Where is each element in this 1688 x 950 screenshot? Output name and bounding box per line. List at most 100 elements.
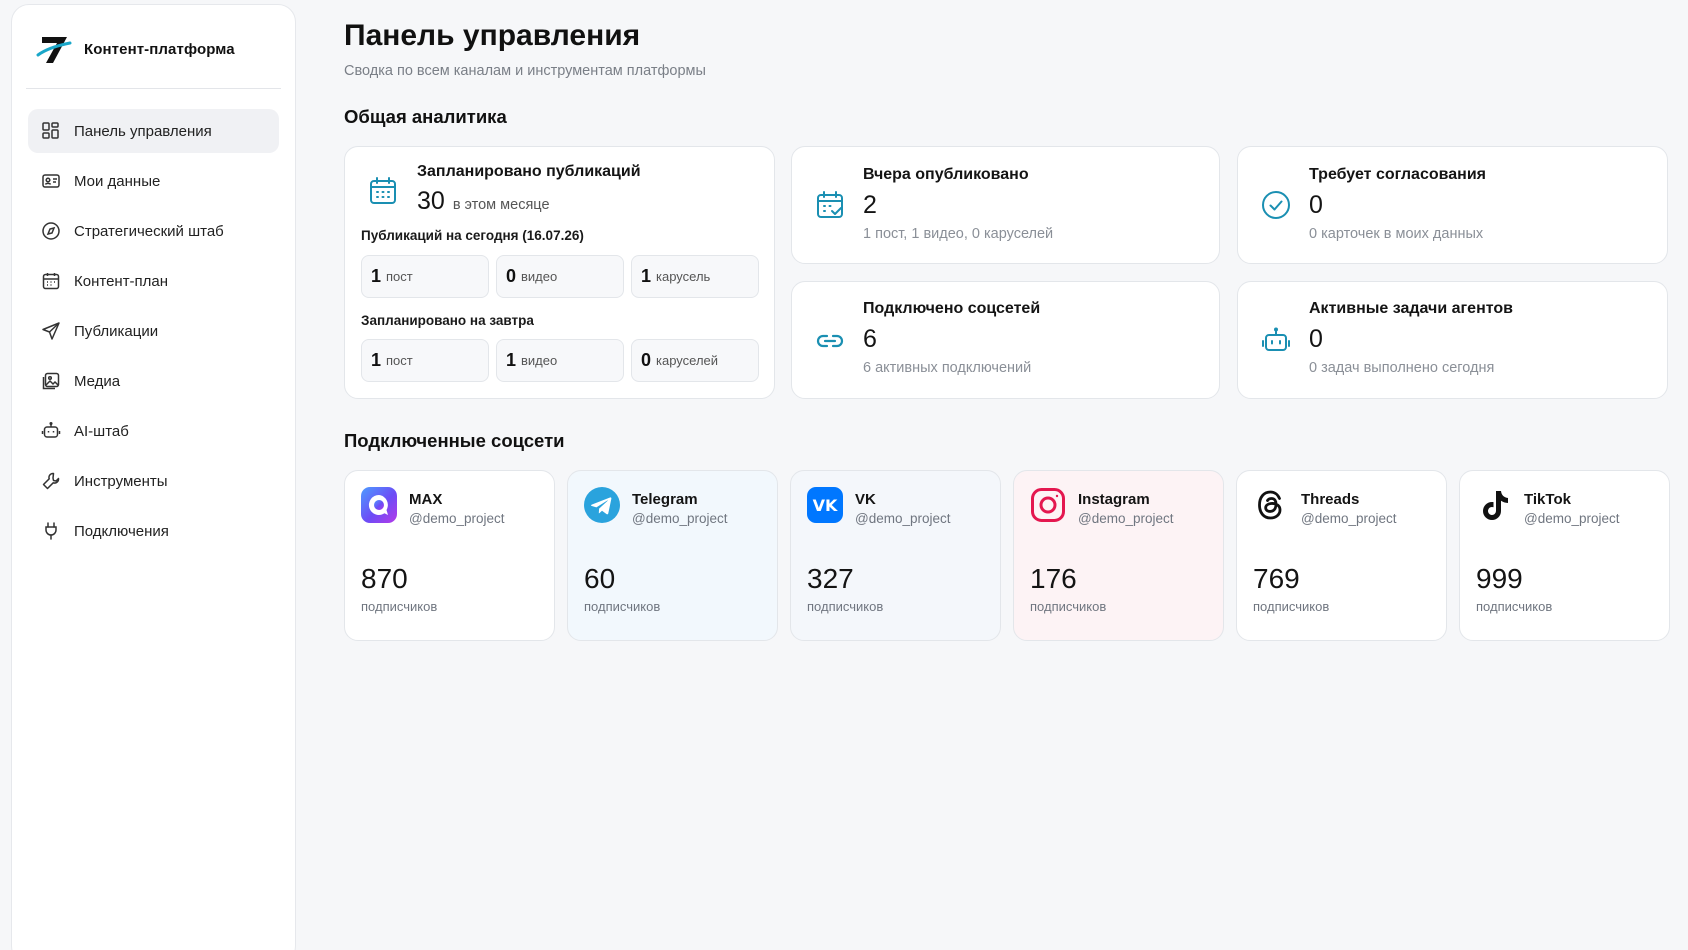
telegram-icon — [584, 487, 620, 523]
today-posts: 1 пост — [361, 255, 489, 298]
sidebar: Контент-платформа Панель управления Мои … — [11, 4, 296, 950]
today-videos: 0 видео — [496, 255, 624, 298]
calendar-icon — [42, 273, 60, 290]
social-name: MAX — [409, 491, 443, 508]
social-name: Telegram — [632, 491, 698, 508]
plug-icon — [45, 522, 57, 540]
agents-value: 0 — [1309, 325, 1323, 353]
vk-icon: VK — [807, 487, 843, 523]
social-handle: @demo_project — [1078, 511, 1174, 526]
social-handle: @demo_project — [1524, 511, 1620, 526]
yesterday-card[interactable]: Вчера опубликовано 2 1 пост, 1 видео, 0 … — [791, 146, 1220, 264]
pill-number: 1 — [371, 350, 382, 370]
pill-number: 1 — [506, 350, 517, 370]
compass-icon — [42, 222, 60, 240]
sidebar-item-content-plan[interactable]: Контент-план — [28, 259, 279, 303]
connected-card[interactable]: Подключено соцсетей 6 6 активных подключ… — [791, 281, 1220, 399]
sidebar-item-my-data[interactable]: Мои данные — [28, 159, 279, 203]
subscriber-count: 769 — [1253, 563, 1300, 594]
sidebar-item-tools[interactable]: Инструменты — [28, 459, 279, 503]
pill-number: 0 — [641, 350, 652, 370]
pill-number: 1 — [641, 266, 652, 286]
social-card-vk[interactable]: VK VK @demo_project 327 подписчиков — [790, 470, 1001, 641]
sidebar-item-label: Стратегический штаб — [74, 222, 224, 240]
agents-label: Активные задачи агентов — [1309, 300, 1513, 317]
scheduled-card[interactable]: Запланировано публикаций 30 в этом месяц… — [344, 146, 775, 399]
social-card-telegram[interactable]: Telegram @demo_project 60 подписчиков — [567, 470, 778, 641]
social-card-tiktok[interactable]: TikTok @demo_project 999 подписчиков — [1459, 470, 1670, 641]
calendar-icon — [370, 177, 396, 204]
sidebar-item-label: Контент-план — [74, 272, 169, 290]
social-name: Instagram — [1078, 491, 1150, 508]
agents-card[interactable]: Активные задачи агентов 0 0 задач выполн… — [1237, 281, 1668, 399]
social-name: VK — [855, 491, 876, 508]
sidebar-item-label: Медиа — [74, 372, 121, 390]
today-label: Публикаций на сегодня (16.07.26) — [361, 228, 584, 243]
link-icon — [816, 334, 844, 348]
calendar-check-icon — [817, 191, 843, 218]
page-title: Панель управления — [344, 19, 641, 52]
grid-icon — [42, 122, 59, 139]
divider — [26, 88, 281, 89]
sidebar-item-publications[interactable]: Публикации — [28, 309, 279, 353]
pill-unit: каруселей — [656, 353, 719, 368]
social-handle: @demo_project — [632, 511, 728, 526]
subscriber-label: подписчиков — [1030, 599, 1107, 614]
sidebar-item-strategy[interactable]: Стратегический штаб — [28, 209, 279, 253]
approval-value: 0 — [1309, 191, 1323, 219]
social-name: TikTok — [1524, 491, 1571, 508]
wrench-icon — [42, 472, 60, 490]
subscriber-count: 327 — [807, 563, 854, 594]
yesterday-label: Вчера опубликовано — [863, 166, 1029, 183]
robot-icon — [1262, 327, 1290, 351]
subscriber-count: 999 — [1476, 563, 1523, 594]
tomorrow-label: Запланировано на завтра — [361, 313, 534, 328]
social-card-instagram[interactable]: Instagram @demo_project 176 подписчиков — [1013, 470, 1224, 641]
brand[interactable]: Контент-платформа — [34, 29, 235, 69]
social-handle: @demo_project — [409, 511, 505, 526]
tomorrow-videos: 1 видео — [496, 339, 624, 382]
connected-value: 6 — [863, 325, 877, 353]
sidebar-item-ai-hq[interactable]: AI-штаб — [28, 409, 279, 453]
analytics-section-title: Общая аналитика — [344, 106, 507, 127]
approval-note: 0 карточек в моих данных — [1309, 226, 1484, 242]
scheduled-value: 30 — [417, 187, 445, 215]
subscriber-label: подписчиков — [584, 599, 661, 614]
scheduled-value-suffix: в этом месяце — [452, 197, 550, 213]
id-card-icon — [42, 174, 60, 188]
sidebar-item-media[interactable]: Медиа — [28, 359, 279, 403]
pill-unit: пост — [386, 269, 413, 284]
connected-label: Подключено соцсетей — [863, 300, 1041, 317]
subscriber-label: подписчиков — [1476, 599, 1553, 614]
image-icon — [42, 372, 60, 390]
sidebar-item-connections[interactable]: Подключения — [28, 509, 279, 553]
sidebar-item-label: Инструменты — [74, 472, 168, 490]
subscriber-count: 60 — [584, 563, 616, 594]
scheduled-value-row: 30 в этом месяце — [417, 187, 550, 216]
sidebar-item-dashboard[interactable]: Панель управления — [28, 109, 279, 153]
send-icon — [42, 322, 60, 340]
approval-label: Требует согласования — [1309, 166, 1486, 183]
subscriber-count: 870 — [361, 563, 408, 594]
today-carousels: 1 карусель — [631, 255, 759, 298]
pill-unit: видео — [521, 353, 558, 368]
max-icon — [361, 487, 397, 523]
check-circle-icon — [1262, 191, 1290, 219]
yesterday-note: 1 пост, 1 видео, 0 каруселей — [863, 226, 1054, 242]
page-subtitle: Сводка по всем каналам и инструментам пл… — [344, 63, 706, 79]
subscriber-label: подписчиков — [807, 599, 884, 614]
social-card-max[interactable]: MAX @demo_project 870 подписчиков — [344, 470, 555, 641]
yesterday-value: 2 — [863, 191, 877, 219]
sidebar-nav: Панель управления Мои данные Стратегичес… — [28, 109, 279, 559]
subscriber-count: 176 — [1030, 563, 1077, 594]
pill-unit: пост — [386, 353, 413, 368]
subscriber-label: подписчиков — [1253, 599, 1330, 614]
sidebar-item-label: Панель управления — [74, 122, 212, 140]
instagram-icon — [1031, 488, 1065, 522]
approval-card[interactable]: Требует согласования 0 0 карточек в моих… — [1237, 146, 1668, 264]
robot-icon — [41, 421, 61, 438]
social-handle: @demo_project — [855, 511, 951, 526]
agents-note: 0 задач выполнено сегодня — [1309, 360, 1495, 376]
social-card-threads[interactable]: Threads @demo_project 769 подписчиков — [1236, 470, 1447, 641]
tiktok-icon — [1483, 491, 1508, 520]
